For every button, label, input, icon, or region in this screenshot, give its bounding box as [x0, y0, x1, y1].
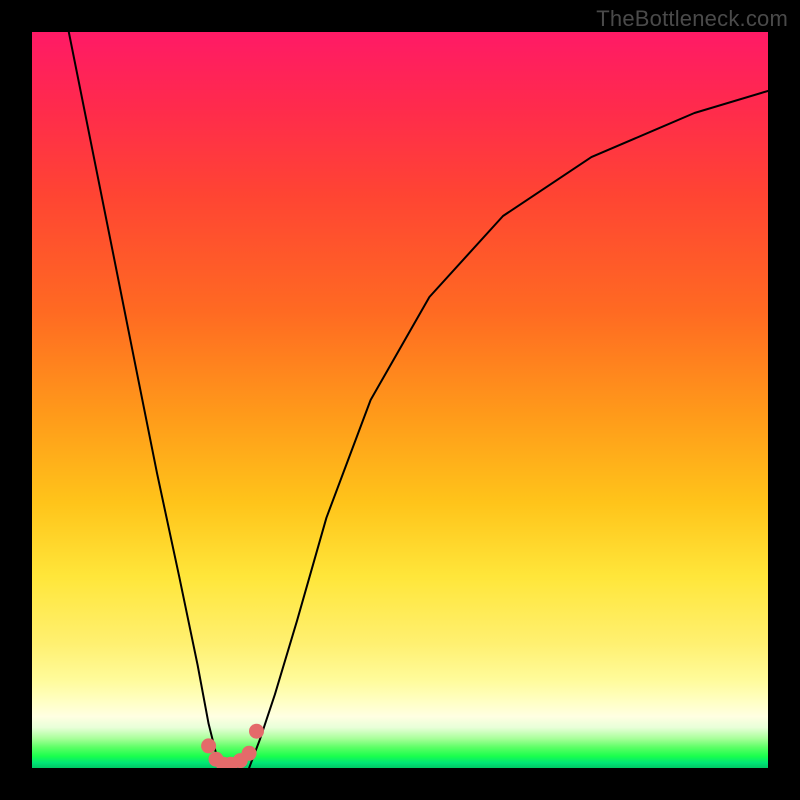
watermark-text: TheBottleneck.com — [596, 6, 788, 32]
chart-frame: TheBottleneck.com — [0, 0, 800, 800]
curve-left-branch — [69, 32, 222, 768]
marker-dot — [249, 724, 264, 739]
curve-right-branch — [249, 91, 768, 768]
marker-dot — [201, 738, 216, 753]
plot-area — [32, 32, 768, 768]
marker-dot — [242, 746, 257, 761]
curve-layer — [32, 32, 768, 768]
